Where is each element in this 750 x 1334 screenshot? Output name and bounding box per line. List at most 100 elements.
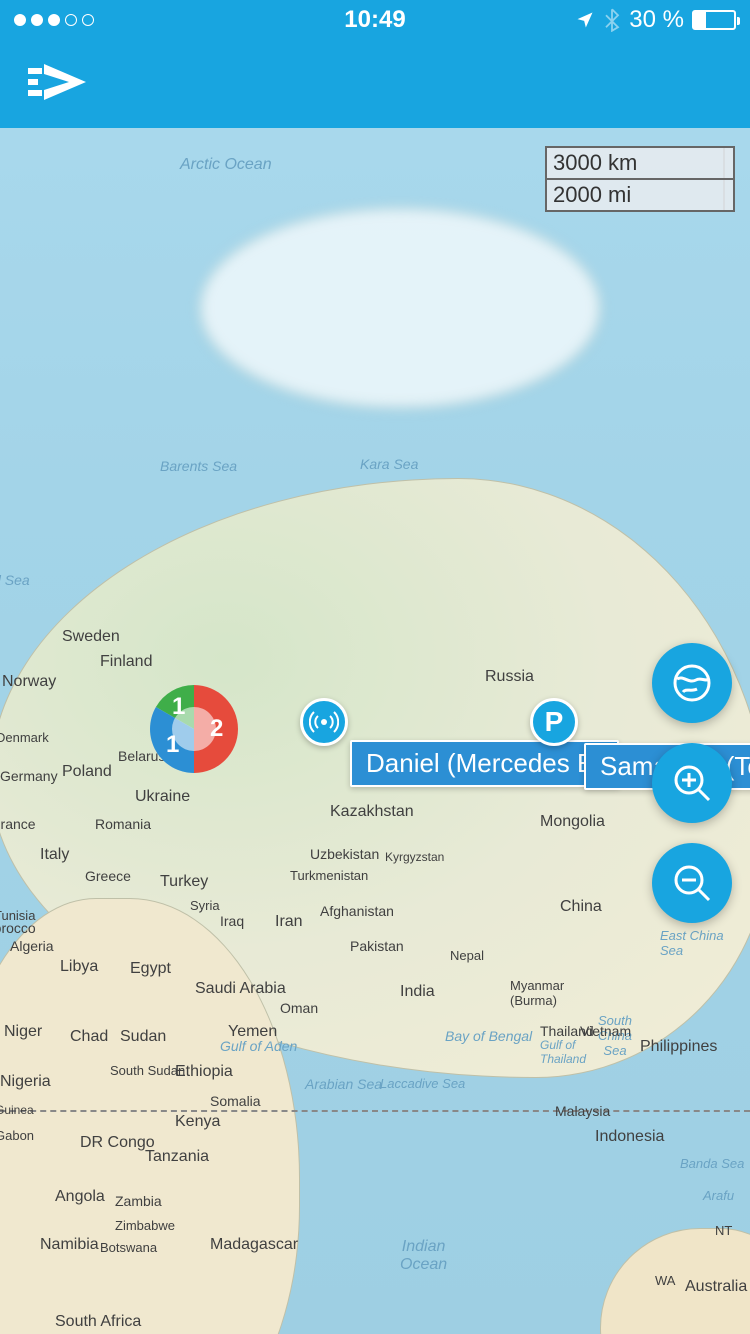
label-egypt: Egypt — [130, 960, 171, 978]
scale-mi: 2000 mi — [545, 180, 725, 212]
map-canvas[interactable]: Arctic Ocean Barents Sea Kara Sea al Sea… — [0, 128, 750, 1334]
label-australia: Australia — [685, 1278, 747, 1296]
label-india: India — [400, 983, 435, 1001]
label-saudi: Saudi Arabia — [195, 980, 286, 998]
app-screen: 10:49 30 % Arctic Ocean Barents Sea Kar — [0, 0, 750, 1334]
cluster-count-green: 1 — [172, 693, 185, 721]
label-somalia: Somalia — [210, 1093, 261, 1109]
parking-icon: P — [545, 706, 564, 738]
label-niger: Niger — [4, 1023, 42, 1041]
label-oman: Oman — [280, 1000, 318, 1016]
pin-label-daniel[interactable]: Daniel (Mercedes E) — [350, 740, 619, 787]
label-chad: Chad — [70, 1028, 108, 1046]
label-angola: Angola — [55, 1188, 105, 1206]
label-russia: Russia — [485, 668, 534, 686]
label-nt: NT — [715, 1223, 732, 1238]
label-philippines: Philippines — [640, 1038, 717, 1056]
label-romania: Romania — [95, 816, 151, 832]
zoom-in-icon — [671, 762, 713, 804]
globe-button[interactable] — [652, 643, 732, 723]
label-bay-bengal: Bay of Bengal — [445, 1028, 532, 1044]
label-denmark: Denmark — [0, 730, 49, 745]
label-drcongo: DR Congo — [80, 1134, 155, 1152]
app-header — [0, 40, 750, 128]
label-china: China — [560, 898, 602, 916]
label-syria: Syria — [190, 898, 220, 913]
pin-daniel[interactable] — [300, 698, 348, 746]
zoom-out-button[interactable] — [652, 843, 732, 923]
label-libya: Libya — [60, 958, 98, 976]
cluster-count-red: 2 — [210, 715, 223, 743]
label-algeria: Algeria — [10, 938, 54, 954]
label-kenya: Kenya — [175, 1113, 220, 1131]
label-arctic-ocean: Arctic Ocean — [180, 156, 272, 174]
label-ukraine: Ukraine — [135, 788, 190, 806]
cluster-count-blue: 1 — [166, 731, 179, 759]
label-al-sea: al Sea — [0, 572, 30, 588]
label-sweden: Sweden — [62, 628, 120, 646]
label-indonesia: Indonesia — [595, 1128, 664, 1146]
equator-line — [0, 1110, 750, 1112]
zoom-in-button[interactable] — [652, 743, 732, 823]
label-laccadive: Laccadive Sea — [380, 1076, 465, 1091]
location-services-icon — [575, 10, 595, 30]
signal-dots — [14, 14, 94, 26]
label-germany: Germany — [0, 768, 58, 784]
label-greece: Greece — [85, 868, 131, 884]
label-yemen: Yemen — [228, 1023, 277, 1041]
pin-samantha[interactable]: P — [530, 698, 578, 746]
label-botswana: Botswana — [100, 1240, 157, 1255]
label-iran: Iran — [275, 913, 303, 931]
label-italy: Italy — [40, 846, 69, 864]
battery-icon — [692, 10, 736, 30]
label-pakistan: Pakistan — [350, 938, 404, 954]
label-turkmenistan: Turkmenistan — [290, 868, 368, 883]
label-east-china: East China Sea — [660, 928, 724, 958]
globe-icon — [671, 662, 713, 704]
label-arafu: Arafu — [703, 1188, 734, 1203]
label-norway: Norway — [2, 673, 56, 691]
label-tanzania: Tanzania — [145, 1148, 209, 1166]
label-nepal: Nepal — [450, 948, 484, 963]
label-banda: Banda Sea — [680, 1156, 744, 1171]
label-south-sudan: South Sudan — [110, 1063, 185, 1078]
label-gulf-thailand: Gulf of Thailand — [540, 1038, 586, 1066]
label-nigeria: Nigeria — [0, 1073, 51, 1091]
label-uzbekistan: Uzbekistan — [310, 846, 379, 862]
signal-icon — [309, 707, 339, 737]
status-left — [14, 14, 94, 26]
cluster-marker[interactable]: 1 1 2 — [148, 683, 240, 775]
label-gabon: Gabon — [0, 1128, 34, 1143]
label-madagascar: Madagascar — [210, 1236, 298, 1254]
label-kazakhstan: Kazakhstan — [330, 803, 414, 821]
land-arctic — [200, 208, 600, 408]
label-arabian-sea: Arabian Sea — [305, 1076, 382, 1092]
bluetooth-icon — [603, 8, 621, 32]
label-zimbabwe: Zimbabwe — [115, 1218, 175, 1233]
zoom-out-icon — [671, 862, 713, 904]
status-bar: 10:49 30 % — [0, 0, 750, 40]
label-indian-ocean: Indian Ocean — [400, 1238, 447, 1274]
label-iraq: Iraq — [220, 913, 244, 929]
label-afghanistan: Afghanistan — [320, 903, 394, 919]
label-barents: Barents Sea — [160, 458, 237, 474]
label-france: France — [0, 816, 36, 832]
label-turkey: Turkey — [160, 873, 208, 891]
label-zambia: Zambia — [115, 1193, 162, 1209]
label-guinea: Guinea — [0, 1103, 34, 1117]
label-vietnam: Vietnam — [580, 1023, 631, 1039]
map-scale: 3000 km 2000 mi — [545, 146, 725, 212]
battery-percent: 30 % — [629, 6, 684, 34]
scale-km: 3000 km — [545, 146, 725, 180]
label-namibia: Namibia — [40, 1236, 99, 1254]
label-myanmar: Myanmar (Burma) — [510, 978, 564, 1008]
label-sudan: Sudan — [120, 1028, 166, 1046]
label-kyrgyzstan: Kyrgyzstan — [385, 850, 444, 864]
status-right: 30 % — [575, 6, 736, 34]
label-kara: Kara Sea — [360, 456, 418, 472]
label-mongolia: Mongolia — [540, 813, 605, 831]
status-time: 10:49 — [344, 6, 405, 34]
label-malaysia: Malaysia — [555, 1103, 610, 1119]
label-wa: WA — [655, 1273, 675, 1288]
app-logo-icon[interactable] — [24, 56, 94, 113]
